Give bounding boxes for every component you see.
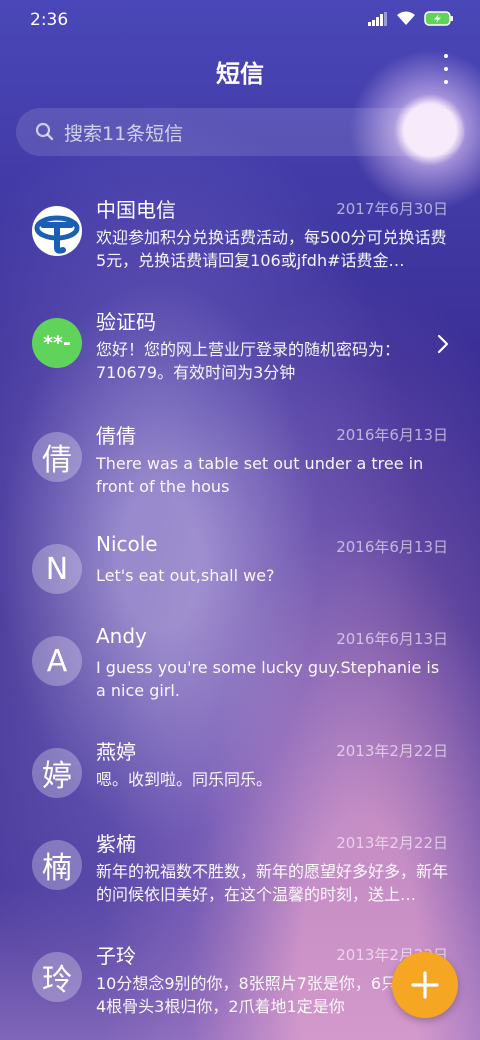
conversation-item[interactable]: 中国电信 2017年6月30日 欢迎参加积分兑换话费活动，每500分可兑换话费5… (0, 180, 480, 290)
battery-charging-icon (424, 11, 453, 26)
chevron-right-icon[interactable] (436, 334, 450, 354)
conversation-list: 中国电信 2017年6月30日 欢迎参加积分兑换话费活动，每500分可兑换话费5… (0, 180, 480, 1040)
status-icons (368, 11, 454, 26)
signal-icon (368, 11, 387, 26)
message-preview: 新年的祝福数不胜数，新年的愿望好多好多，新年的问候依旧美好，在这个温馨的时刻，送… (96, 862, 448, 904)
avatar: 玲 (32, 952, 82, 1002)
sender-name: 子玲 (96, 944, 136, 968)
app-header: 短信 (0, 48, 480, 100)
plus-icon (411, 971, 439, 999)
message-preview: There was a table set out under a tree i… (96, 454, 424, 496)
china-telecom-logo-icon (32, 206, 82, 256)
verification-code-avatar: **- (32, 318, 82, 368)
page-title: 短信 (216, 60, 264, 88)
avatar: N (32, 544, 82, 594)
message-preview: 嗯。收到啦。同乐同乐。 (96, 770, 273, 789)
sender-name: 紫楠 (96, 832, 136, 856)
message-date: 2017年6月30日 (336, 200, 448, 218)
sender-name: Nicole (96, 532, 158, 556)
search-input[interactable]: 搜索11条短信 (64, 119, 183, 146)
sender-name: 验证码 (96, 310, 156, 334)
message-preview: 欢迎参加积分兑换话费活动，每500分可兑换话费5元，兑换话费请回复106或jfd… (96, 228, 447, 270)
conversation-item[interactable]: 楠 紫楠 2013年2月22日 新年的祝福数不胜数，新年的愿望好多好多，新年的问… (0, 814, 480, 924)
avatar: A (32, 636, 82, 686)
new-message-button[interactable] (392, 952, 458, 1018)
message-date: 2016年6月13日 (336, 426, 448, 444)
message-date: 2013年2月22日 (336, 742, 448, 760)
sender-name: 燕婷 (96, 740, 136, 764)
message-date: 2013年2月22日 (336, 834, 448, 852)
message-date: 2016年6月13日 (336, 538, 448, 556)
sender-name: Andy (96, 624, 147, 648)
status-bar: 2:36 (0, 0, 480, 40)
conversation-item[interactable]: **- 验证码 您好！您的网上营业厅登录的随机密码为：710679。有效时间为3… (0, 292, 480, 402)
search-bar[interactable]: 搜索11条短信 (16, 108, 464, 156)
message-preview: I guess you're some lucky guy.Stephanie … (96, 658, 440, 700)
status-time: 2:36 (30, 10, 69, 30)
search-icon (35, 122, 54, 141)
avatar: 楠 (32, 840, 82, 890)
wifi-icon (397, 11, 415, 25)
message-preview: 您好！您的网上营业厅登录的随机密码为：710679。有效时间为3分钟 (96, 340, 401, 382)
sender-name: 倩倩 (96, 424, 136, 448)
avatar: 倩 (32, 432, 82, 482)
more-options-icon[interactable] (440, 54, 452, 84)
message-preview: Let's eat out,shall we? (96, 566, 275, 585)
conversation-item[interactable]: 倩 倩倩 2016年6月13日 There was a table set ou… (0, 406, 480, 516)
avatar: 婷 (32, 748, 82, 798)
conversation-item[interactable]: A Andy 2016年6月13日 I guess you're some lu… (0, 610, 480, 720)
message-date: 2016年6月13日 (336, 630, 448, 648)
sender-name: 中国电信 (96, 198, 176, 222)
